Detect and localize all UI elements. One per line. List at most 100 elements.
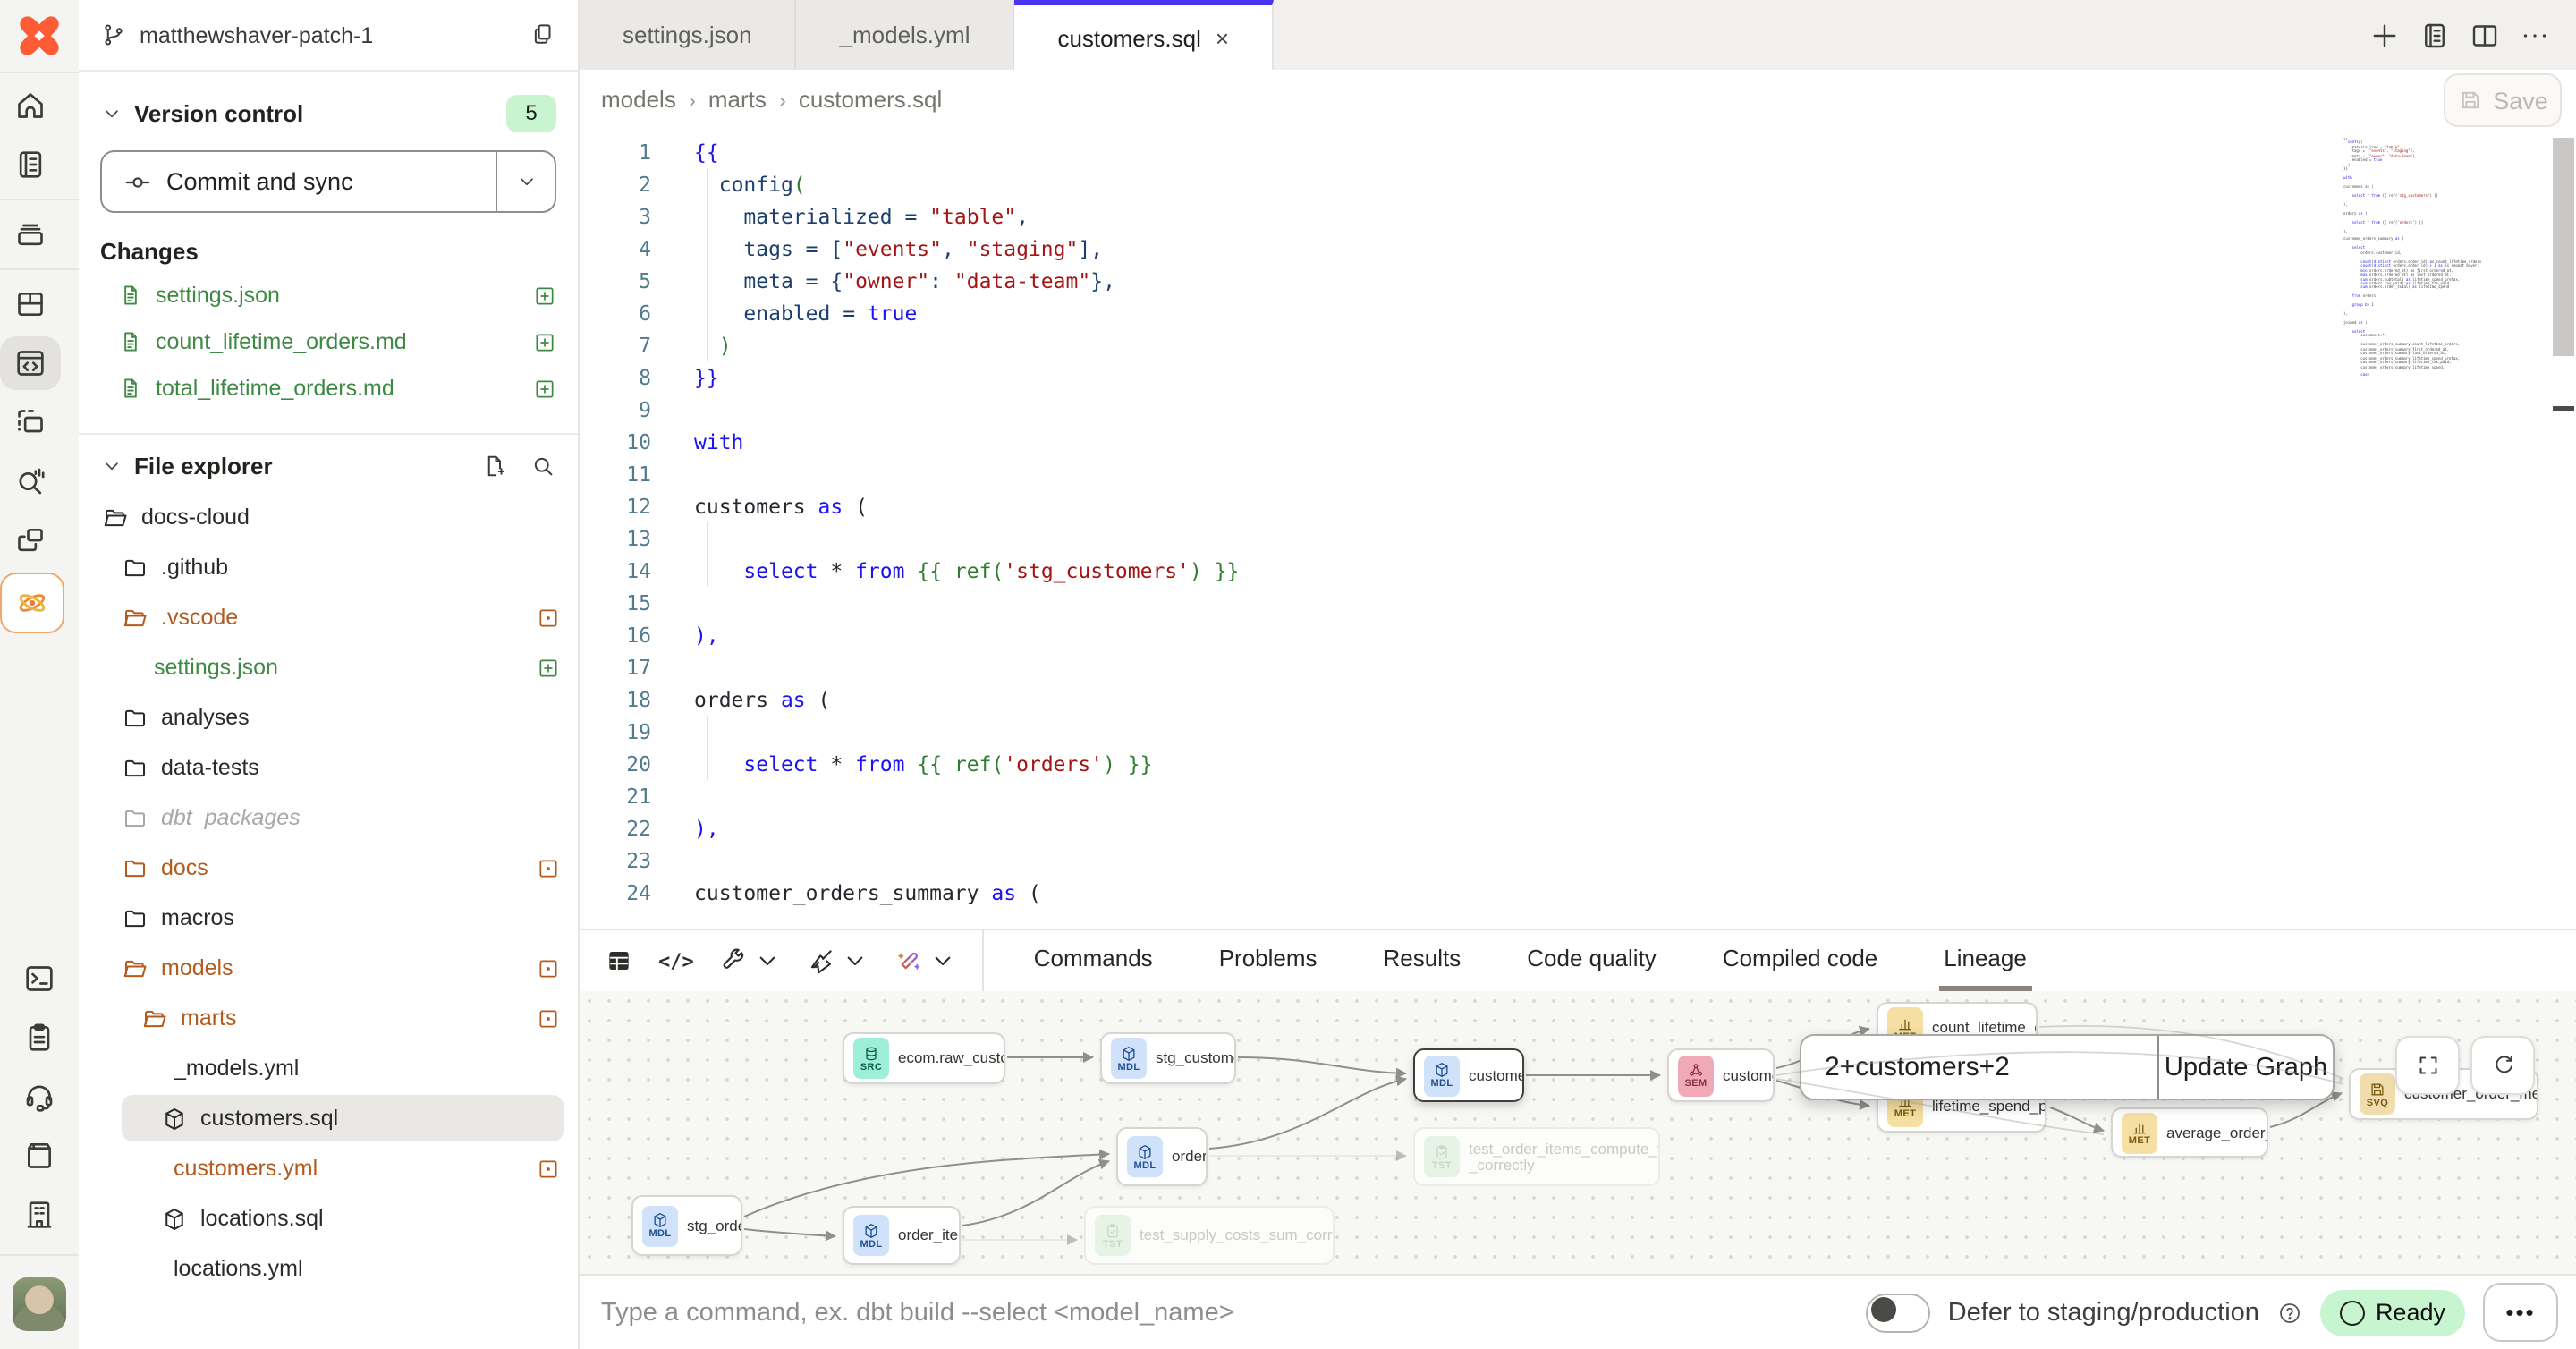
tree-item-data-tests[interactable]: data-tests: [79, 742, 578, 793]
tree-item-locations.sql[interactable]: locations.sql: [79, 1193, 578, 1243]
rail-dashboard-icon[interactable]: [0, 277, 61, 331]
tree-item-label[interactable]: .github: [161, 555, 578, 580]
tree-item-label[interactable]: locations.sql: [200, 1206, 578, 1231]
rail-terminal-icon[interactable]: [9, 952, 70, 1005]
rail-book-icon[interactable]: [9, 1129, 70, 1183]
lineage-node-customers[interactable]: SEMcustomers: [1667, 1048, 1775, 1102]
commit-and-sync-button[interactable]: Commit and sync: [100, 150, 556, 213]
minimap[interactable]: {{ config( materialized = "table", tags …: [2343, 138, 2481, 376]
code-line[interactable]: meta = {"owner": "data-team"},: [694, 265, 1115, 297]
build-tool-group[interactable]: [719, 946, 782, 975]
new-file-icon[interactable]: [481, 452, 508, 479]
command-input[interactable]: Type a command, ex. dbt build --select <…: [601, 1298, 1848, 1327]
rail-journal-icon[interactable]: [0, 138, 61, 191]
code-line[interactable]: tags = ["events", "staging"],: [694, 233, 1103, 265]
tree-item-dbt_packages[interactable]: dbt_packages: [79, 793, 578, 843]
tree-item-label[interactable]: customers.yml: [174, 1156, 524, 1181]
tree-item-label[interactable]: settings.json: [154, 655, 524, 680]
editor-tab-_models.yml[interactable]: _models.yml: [797, 0, 1015, 70]
rail-clipboard-icon[interactable]: [9, 1011, 70, 1065]
commit-options-caret[interactable]: [497, 152, 555, 211]
lineage-node-average_order_value[interactable]: METaverage_order_value: [2111, 1107, 2268, 1158]
rail-home-icon[interactable]: [0, 79, 61, 132]
broom-icon[interactable]: [807, 946, 835, 975]
tree-item-docs[interactable]: docs: [79, 843, 578, 893]
rail-windows-icon[interactable]: [0, 513, 61, 567]
code-line[interactable]: customer_orders_summary as (: [694, 877, 1041, 909]
tree-item-label[interactable]: marts: [181, 1005, 524, 1031]
changed-file-row[interactable]: count_lifetime_orders.md: [100, 318, 556, 365]
tree-item-models[interactable]: models: [79, 943, 578, 993]
tree-item-label[interactable]: dbt_packages: [161, 805, 578, 830]
tree-item-label[interactable]: data-tests: [161, 755, 578, 780]
code-line[interactable]: materialized = "table",: [694, 200, 1029, 233]
editor-scrollbar[interactable]: [2553, 138, 2574, 356]
tab-label[interactable]: _models.yml: [840, 21, 970, 48]
new-tab-icon[interactable]: [2368, 19, 2401, 51]
tree-item-settings.json[interactable]: settings.json: [79, 642, 578, 692]
code-line[interactable]: ),: [694, 619, 719, 651]
wrench-icon[interactable]: [719, 946, 748, 975]
defer-toggle[interactable]: [1866, 1293, 1930, 1332]
code-line[interactable]: enabled = true: [694, 297, 917, 329]
tab-label[interactable]: settings.json: [623, 21, 752, 48]
tree-item-label[interactable]: .vscode: [161, 605, 524, 630]
changed-file-name[interactable]: settings.json: [156, 283, 521, 308]
code-line[interactable]: {{: [694, 136, 719, 168]
tree-item-customers.sql[interactable]: customers.sql: [79, 1093, 578, 1143]
code-line[interactable]: select * from {{ ref('orders') }}: [694, 748, 1152, 780]
rail-headset-icon[interactable]: [9, 1070, 70, 1124]
journal-icon[interactable]: [2419, 19, 2451, 51]
tree-item-_models.yml[interactable]: _models.yml: [79, 1043, 578, 1093]
chevron-down-icon[interactable]: [100, 454, 123, 477]
lineage-node-test_order_items_compute_to_bools[interactable]: TSTtest_order_items_compute_to_bools _co…: [1413, 1127, 1660, 1186]
code-line[interactable]: select * from {{ ref('stg_customers') }}: [694, 555, 1239, 587]
breadcrumb-segment[interactable]: marts: [708, 86, 767, 113]
changed-file-row[interactable]: total_lifetime_orders.md: [100, 365, 556, 411]
dbt-logo[interactable]: [0, 0, 79, 73]
lineage-node-stg_orders[interactable]: MDLstg_orders: [631, 1195, 742, 1256]
rail-code-window-icon[interactable]: [0, 336, 61, 390]
compile-code-icon[interactable]: </>: [658, 949, 694, 972]
lineage-node-orders[interactable]: MDLorders: [1116, 1127, 1208, 1186]
panel-tab-results[interactable]: Results: [1378, 930, 1467, 991]
code-line[interactable]: ),: [694, 812, 719, 844]
changed-file-row[interactable]: settings.json: [100, 272, 556, 318]
tree-item-label[interactable]: locations.yml: [174, 1256, 578, 1281]
tree-item-.github[interactable]: .github: [79, 542, 578, 592]
rail-drawer-icon[interactable]: [0, 208, 61, 261]
close-tab-icon[interactable]: ×: [1216, 25, 1229, 52]
tree-item-docs-cloud[interactable]: docs-cloud: [79, 492, 578, 542]
chevron-down-icon[interactable]: [100, 101, 123, 124]
editor-tab-settings.json[interactable]: settings.json: [580, 0, 797, 70]
tree-item-label[interactable]: _models.yml: [174, 1056, 578, 1081]
tree-item-.vscode[interactable]: .vscode: [79, 592, 578, 642]
code-line[interactable]: with: [694, 426, 743, 458]
lineage-node-ecom.raw_customers[interactable]: SRCecom.raw_customers: [843, 1032, 1005, 1084]
editor-tab-customers.sql[interactable]: customers.sql×: [1014, 0, 1274, 72]
overflow-menu-icon[interactable]: [2519, 19, 2551, 51]
tree-item-label[interactable]: customers.sql: [200, 1106, 578, 1131]
code-line[interactable]: customers as (: [694, 490, 868, 522]
copy-files-icon[interactable]: [528, 21, 556, 49]
lineage-node-test_supply_costs_sum_correctly[interactable]: TSTtest_supply_costs_sum_correctly: [1084, 1206, 1335, 1265]
lineage-node-stg_customers[interactable]: MDLstg_customers: [1100, 1032, 1236, 1084]
lineage-graph[interactable]: SRCecom.raw_customers MDLstg_customers MDL…: [580, 991, 2576, 1276]
tree-item-locations.yml[interactable]: locations.yml: [79, 1243, 578, 1294]
lineage-node-customers[interactable]: MDLcustomers: [1413, 1048, 1524, 1102]
chevron-down-icon[interactable]: [841, 946, 869, 975]
rail-audit-icon[interactable]: [0, 454, 61, 508]
tree-item-label[interactable]: docs-cloud: [141, 505, 578, 530]
panel-tab-compiled-code[interactable]: Compiled code: [1717, 930, 1883, 991]
breadcrumb-segment[interactable]: models: [601, 86, 676, 113]
graph-search-input[interactable]: 2+customers+2: [1801, 1036, 2159, 1099]
lint-tool-group[interactable]: [807, 946, 869, 975]
save-button[interactable]: Save: [2444, 73, 2562, 127]
code-line[interactable]: ): [694, 329, 732, 361]
code-line[interactable]: orders as (: [694, 683, 830, 716]
panel-tab-lineage[interactable]: Lineage: [1938, 930, 2032, 991]
rail-building-icon[interactable]: [9, 1188, 70, 1242]
panel-tab-commands[interactable]: Commands: [1029, 930, 1158, 991]
fullscreen-button[interactable]: [2395, 1036, 2460, 1095]
tree-item-label[interactable]: analyses: [161, 705, 578, 730]
